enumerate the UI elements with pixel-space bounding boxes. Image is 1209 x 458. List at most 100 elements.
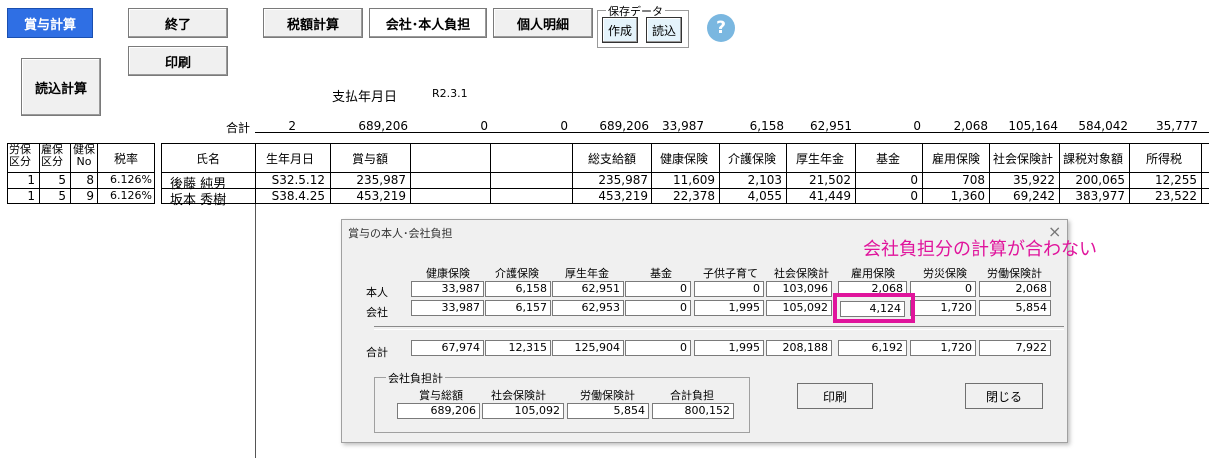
dlg-total-fund: 0 bbox=[625, 340, 691, 356]
ct-col-social-total: 社会保険計 bbox=[491, 389, 546, 402]
pay-date-value: R2.3.1 bbox=[432, 87, 468, 100]
exit-button[interactable]: 終了 bbox=[128, 8, 228, 38]
header-care: 介護保険 bbox=[728, 152, 777, 166]
row-taxable: 200,065 bbox=[1075, 173, 1125, 187]
bonus-calc-button[interactable]: 賞与計算 bbox=[7, 8, 93, 38]
total-care: 6,158 bbox=[749, 119, 784, 133]
total-income-tax: 35,777 bbox=[1156, 119, 1198, 133]
dlg-company-fund: 0 bbox=[625, 300, 691, 316]
dlg-total-pension: 125,904 bbox=[552, 340, 624, 356]
dlg-company-rosai: 1,720 bbox=[910, 300, 976, 316]
ct-total-burden: 800,152 bbox=[652, 403, 734, 419]
company-personal-tab[interactable]: 会社･本人負担 bbox=[369, 8, 487, 38]
annotation-text: 会社負担分の計算が合わない bbox=[863, 239, 1097, 260]
header-pension: 厚生年金 bbox=[796, 152, 845, 166]
header-bonus: 賞与額 bbox=[352, 152, 389, 166]
dlg-company-childcare: 1,995 bbox=[694, 300, 764, 316]
row-birth: S32.5.12 bbox=[271, 173, 325, 187]
header-kenpo: 健保 No bbox=[73, 143, 95, 168]
totals-label: 合計 bbox=[226, 121, 251, 135]
tax-calc-tab[interactable]: 税額計算 bbox=[263, 8, 363, 38]
dlg-total-employment: 6,192 bbox=[838, 340, 907, 356]
create-button[interactable]: 作成 bbox=[602, 17, 638, 43]
row-koyo: 5 bbox=[58, 173, 66, 187]
header-koyo: 雇保 区分 bbox=[41, 143, 63, 168]
dlg-company-pension: 62,953 bbox=[552, 300, 624, 316]
total-col4: 0 bbox=[560, 119, 568, 133]
row-rokyu: 1 bbox=[27, 173, 35, 187]
total-pension: 62,951 bbox=[810, 119, 852, 133]
ct-col-labor-total: 労働保険計 bbox=[580, 389, 635, 402]
load-button[interactable]: 読込 bbox=[646, 17, 682, 43]
dlg-company-health: 33,987 bbox=[411, 300, 484, 316]
row-fund: 0 bbox=[910, 173, 918, 187]
personal-detail-tab[interactable]: 個人明細 bbox=[493, 8, 593, 38]
header-fund: 基金 bbox=[876, 152, 901, 166]
dlg-total-rosai: 1,720 bbox=[910, 340, 976, 356]
ct-bonus-total: 689,206 bbox=[397, 403, 480, 419]
dialog-print-button[interactable]: 印刷 bbox=[797, 383, 873, 409]
dialog-separator bbox=[374, 326, 1064, 330]
dlg-row-label-company: 会社 bbox=[366, 306, 388, 319]
dlg-col-employment: 雇用保険 bbox=[851, 267, 895, 280]
row-birth: S38.4.25 bbox=[271, 189, 325, 203]
ct-col-total-burden: 合計負担 bbox=[670, 389, 714, 402]
total-bonus: 689,206 bbox=[358, 119, 408, 133]
ct-labor-total: 5,854 bbox=[567, 403, 649, 419]
row-koyo: 5 bbox=[58, 189, 66, 203]
total-employment: 2,068 bbox=[953, 119, 988, 133]
row-health: 11,609 bbox=[673, 173, 715, 187]
row-rate: 6.126% bbox=[110, 173, 152, 186]
row-taxable: 383,977 bbox=[1075, 189, 1125, 203]
dlg-col-labor-total: 労働保険計 bbox=[987, 267, 1042, 280]
dlg-total-social-total: 208,188 bbox=[766, 340, 832, 356]
row-rate: 6.126% bbox=[110, 189, 152, 202]
print-button[interactable]: 印刷 bbox=[128, 46, 228, 76]
dlg-company-social-total: 105,092 bbox=[766, 300, 832, 316]
dlg-col-rosai: 労災保険 bbox=[923, 267, 967, 280]
total-social: 105,164 bbox=[1008, 119, 1058, 133]
dlg-personal-care: 6,158 bbox=[485, 281, 551, 297]
name-column-divider bbox=[255, 204, 256, 458]
row-health: 22,378 bbox=[673, 189, 715, 203]
header-health: 健康保険 bbox=[660, 152, 709, 166]
ct-col-bonus-total: 賞与総額 bbox=[419, 389, 463, 402]
dlg-personal-health: 33,987 bbox=[411, 281, 484, 297]
header-birth: 生年月日 bbox=[266, 152, 315, 166]
total-gross: 689,206 bbox=[599, 119, 649, 133]
dlg-personal-rosai: 0 bbox=[910, 281, 976, 297]
dlg-col-health: 健康保険 bbox=[426, 267, 470, 280]
row-social-total: 69,242 bbox=[1013, 189, 1055, 203]
header-rate: 税率 bbox=[114, 152, 139, 166]
dlg-total-care: 12,315 bbox=[485, 340, 551, 356]
dlg-col-social-total: 社会保険計 bbox=[774, 267, 829, 280]
dlg-total-health: 67,974 bbox=[411, 340, 484, 356]
row-gross: 235,987 bbox=[598, 173, 648, 187]
header-rokyu: 労保 区分 bbox=[9, 143, 31, 168]
row-income-tax: 12,255 bbox=[1155, 173, 1197, 187]
row-income-tax: 23,522 bbox=[1155, 189, 1197, 203]
company-total-label: 会社負担計 bbox=[386, 370, 445, 386]
row-care: 4,055 bbox=[747, 189, 782, 203]
row-employment: 708 bbox=[962, 173, 985, 187]
row-pension: 41,449 bbox=[809, 189, 851, 203]
help-icon[interactable]: ? bbox=[707, 14, 735, 42]
total-taxable: 584,042 bbox=[1078, 119, 1128, 133]
dlg-row-label-personal: 本人 bbox=[366, 286, 388, 299]
dlg-personal-social-total: 103,096 bbox=[766, 281, 832, 297]
row-social-total: 35,922 bbox=[1013, 173, 1055, 187]
row-pension: 21,502 bbox=[809, 173, 851, 187]
header-employment: 雇用保険 bbox=[932, 152, 981, 166]
total-count: 2 bbox=[288, 119, 296, 133]
dlg-personal-pension: 62,951 bbox=[552, 281, 624, 297]
row-bonus: 235,987 bbox=[356, 173, 406, 187]
row-gross: 453,219 bbox=[598, 189, 648, 203]
dialog-close-button[interactable]: 閉じる bbox=[965, 383, 1043, 409]
dlg-row-label-total: 合計 bbox=[366, 346, 388, 359]
read-calc-button[interactable]: 読込計算 bbox=[21, 58, 101, 116]
highlight-box bbox=[833, 293, 915, 323]
dlg-total-childcare: 1,995 bbox=[694, 340, 764, 356]
dlg-company-care: 6,157 bbox=[485, 300, 551, 316]
dlg-total-labor-total: 7,922 bbox=[979, 340, 1051, 356]
header-gross: 総支給額 bbox=[588, 152, 637, 166]
